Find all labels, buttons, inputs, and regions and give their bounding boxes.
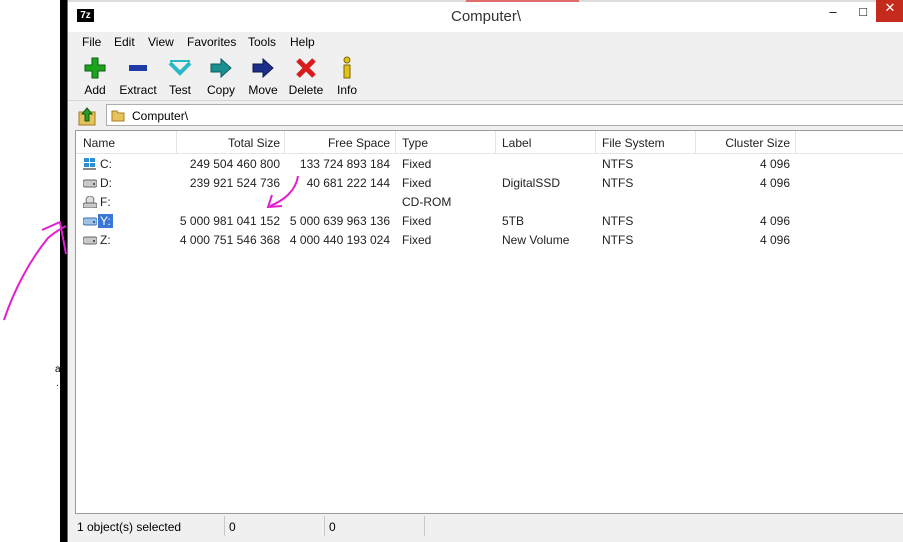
annotation-overlay: [3, 175, 299, 321]
annotation-arrow-line: [269, 175, 299, 207]
annotation-arrow-line: [3, 225, 67, 321]
